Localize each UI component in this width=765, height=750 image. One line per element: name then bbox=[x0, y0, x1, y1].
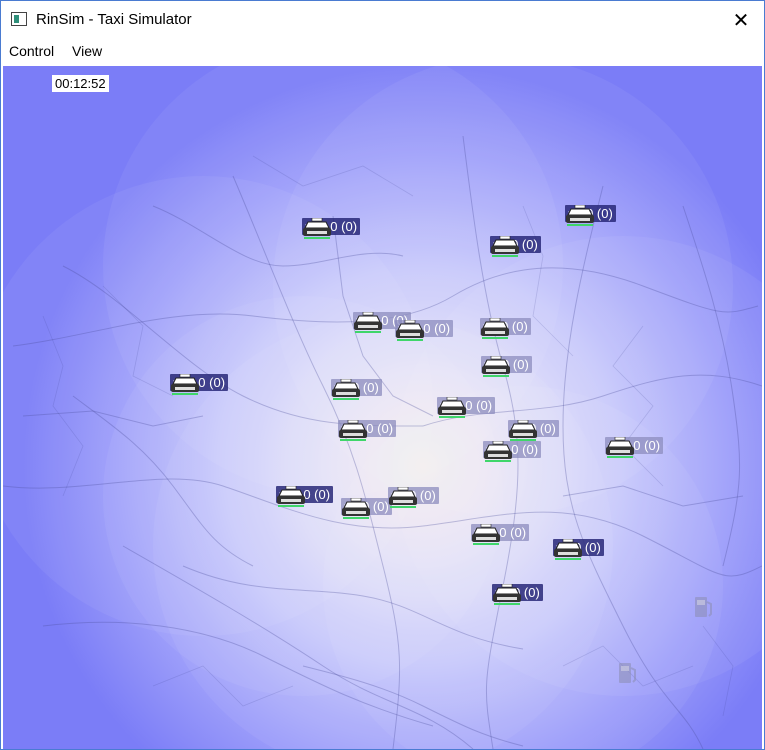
taxi-16[interactable]: #16 0 (0) bbox=[483, 441, 573, 501]
menu-control[interactable]: Control bbox=[9, 43, 54, 59]
taxi-car-icon bbox=[482, 356, 510, 377]
taxi-car-icon bbox=[354, 312, 382, 333]
taxi-car-icon bbox=[484, 441, 512, 462]
taxi-car-icon bbox=[606, 437, 634, 458]
taxi-car-icon bbox=[491, 236, 519, 257]
menu-view[interactable]: View bbox=[72, 43, 102, 59]
fuel-pump-icon bbox=[619, 663, 636, 683]
taxi-car-icon bbox=[277, 486, 305, 507]
simulation-map[interactable]: 00:12:52 #17 0 (0) #9 0 (0) #3 0 (0) #10… bbox=[3, 66, 762, 749]
taxi-car-icon bbox=[481, 318, 509, 339]
taxi-car-icon bbox=[566, 205, 594, 226]
app-window: RinSim - Taxi Simulator ✕ Control View 0… bbox=[0, 0, 765, 750]
taxi-car-icon bbox=[171, 374, 199, 395]
app-icon bbox=[11, 12, 27, 26]
close-button[interactable]: ✕ bbox=[718, 1, 764, 39]
taxi-car-icon bbox=[554, 539, 582, 560]
taxi-12[interactable]: #12 0 (0) bbox=[338, 420, 428, 480]
menu-bar: Control View bbox=[1, 39, 764, 63]
taxi-car-icon bbox=[342, 498, 370, 519]
taxi-car-icon bbox=[493, 584, 521, 605]
taxi-15[interactable]: #15 0 (0) bbox=[170, 374, 260, 434]
title-bar[interactable]: RinSim - Taxi Simulator ✕ bbox=[1, 1, 764, 39]
taxi-car-icon bbox=[396, 320, 424, 341]
taxi-13[interactable]: #13 0 (0) bbox=[605, 437, 695, 497]
taxi-19[interactable]: #19 0 (0) bbox=[395, 320, 485, 380]
taxi-car-icon bbox=[332, 379, 360, 400]
taxi-1[interactable]: #1 0 (0) bbox=[388, 487, 478, 547]
taxi-4[interactable]: #4 0 (0) bbox=[492, 584, 582, 644]
taxi-17[interactable]: #17 0 (0) bbox=[302, 218, 392, 278]
taxi-car-icon bbox=[509, 420, 537, 441]
taxi-car-icon bbox=[472, 524, 500, 545]
fuel-pump-icon bbox=[695, 597, 712, 617]
window-title: RinSim - Taxi Simulator bbox=[36, 11, 192, 28]
taxi-3[interactable]: #3 0 (0) bbox=[490, 236, 580, 296]
simulation-clock: 00:12:52 bbox=[52, 75, 109, 92]
taxi-car-icon bbox=[438, 397, 466, 418]
taxi-car-icon bbox=[339, 420, 367, 441]
taxi-car-icon bbox=[303, 218, 331, 239]
taxi-car-icon bbox=[389, 487, 417, 508]
taxi-18[interactable]: #18 0 (0) bbox=[471, 524, 561, 584]
